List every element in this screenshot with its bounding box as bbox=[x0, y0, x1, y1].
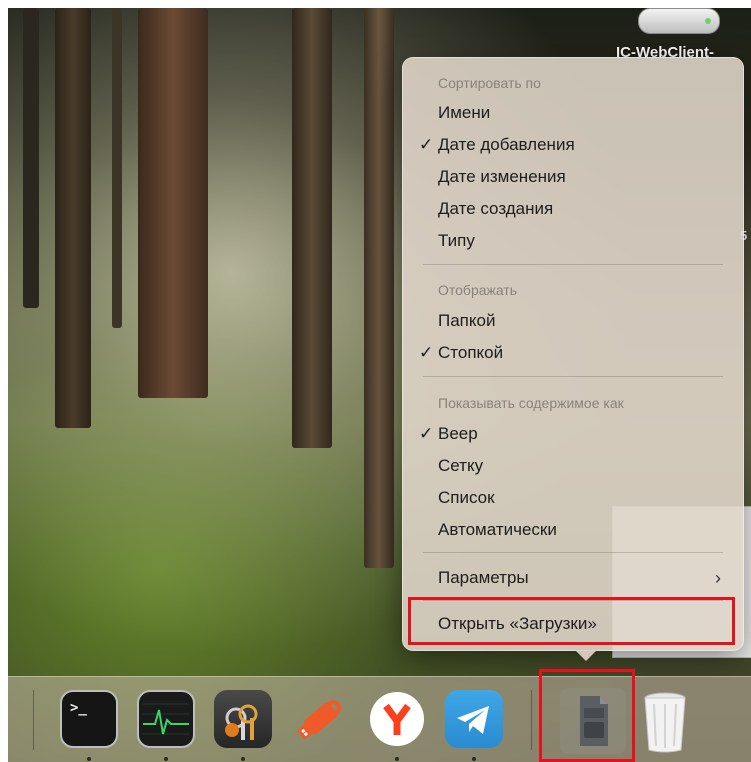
tree-trunk bbox=[138, 8, 208, 398]
menu-item-label: Параметры bbox=[438, 568, 529, 587]
menu-item-sort-name[interactable]: Имени bbox=[403, 98, 743, 128]
sort-header: Сортировать по bbox=[438, 75, 541, 91]
menu-item-display-folder[interactable]: Папкой bbox=[403, 306, 743, 336]
downloads-context-menu: Сортировать по Имени ✓ Дате добавления Д… bbox=[402, 57, 744, 651]
menu-separator bbox=[423, 376, 723, 377]
menu-item-label: Список bbox=[438, 488, 495, 507]
drive-led-icon bbox=[705, 18, 711, 24]
checkmark-icon: ✓ bbox=[419, 135, 434, 154]
menu-item-label: Имени bbox=[438, 103, 491, 122]
tree-trunk bbox=[364, 8, 394, 568]
checkmark-icon: ✓ bbox=[419, 424, 434, 443]
menu-separator bbox=[423, 264, 723, 265]
keys-icon bbox=[225, 704, 258, 740]
menu-item-label: Дате изменения bbox=[438, 167, 566, 186]
highlight-downloads-dock bbox=[539, 669, 635, 762]
menu-item-label: Автоматически bbox=[438, 520, 557, 539]
chevron-right-icon: › bbox=[715, 568, 721, 588]
terminal-prompt: >_ bbox=[70, 700, 87, 716]
telegram-icon[interactable] bbox=[445, 690, 503, 748]
menu-item-sort-date-added[interactable]: ✓ Дате добавления bbox=[403, 130, 743, 160]
activity-graph-icon bbox=[143, 703, 189, 735]
keychain-icon[interactable] bbox=[214, 690, 272, 748]
menu-item-display-stack[interactable]: ✓ Стопкой bbox=[403, 338, 743, 368]
display-header: Отображать bbox=[438, 282, 518, 298]
menu-item-label: Типу bbox=[438, 231, 475, 250]
menu-item-sort-date-created[interactable]: Дате создания bbox=[403, 194, 743, 224]
content-view-header: Показывать содержимое как bbox=[438, 395, 624, 411]
yandex-browser-icon[interactable] bbox=[368, 690, 426, 748]
trash-icon[interactable] bbox=[636, 690, 694, 753]
running-indicator bbox=[472, 757, 476, 761]
menu-item-sort-type[interactable]: Типу bbox=[403, 226, 743, 256]
menu-item-label: Дате создания bbox=[438, 199, 554, 218]
menu-item-view-list[interactable]: Список bbox=[403, 483, 743, 513]
highlight-open-downloads bbox=[408, 597, 735, 645]
tree-trunk bbox=[55, 8, 91, 428]
menu-item-sort-date-modified[interactable]: Дате изменения bbox=[403, 162, 743, 192]
tree-trunk bbox=[292, 8, 332, 448]
menu-item-view-fan[interactable]: ✓ Веер bbox=[403, 419, 743, 449]
menu-item-label: Папкой bbox=[438, 311, 496, 330]
menu-item-view-grid[interactable]: Сетку bbox=[403, 451, 743, 481]
menu-separator bbox=[423, 552, 723, 553]
menu-item-label: Дате добавления bbox=[438, 135, 575, 154]
dock-separator bbox=[531, 690, 532, 750]
menu-pointer bbox=[575, 650, 597, 661]
running-indicator bbox=[241, 757, 245, 761]
usb-icon[interactable] bbox=[291, 690, 349, 748]
terminal-icon[interactable]: >_ bbox=[60, 690, 118, 748]
menu-item-label: Стопкой bbox=[438, 343, 504, 362]
running-indicator bbox=[395, 757, 399, 761]
running-indicator bbox=[87, 757, 91, 761]
activity-monitor-icon[interactable] bbox=[137, 690, 195, 748]
dock-separator bbox=[33, 690, 34, 750]
tree-trunk bbox=[112, 8, 122, 328]
running-indicator bbox=[164, 757, 168, 761]
menu-item-options[interactable]: Параметры › bbox=[403, 563, 743, 593]
menu-item-label: Сетку bbox=[438, 456, 484, 475]
menu-item-view-auto[interactable]: Автоматически bbox=[403, 515, 743, 545]
tree-trunk bbox=[23, 8, 39, 308]
checkmark-icon: ✓ bbox=[419, 343, 434, 362]
menu-item-label: Веер bbox=[438, 424, 478, 443]
external-drive-icon[interactable] bbox=[638, 8, 720, 34]
